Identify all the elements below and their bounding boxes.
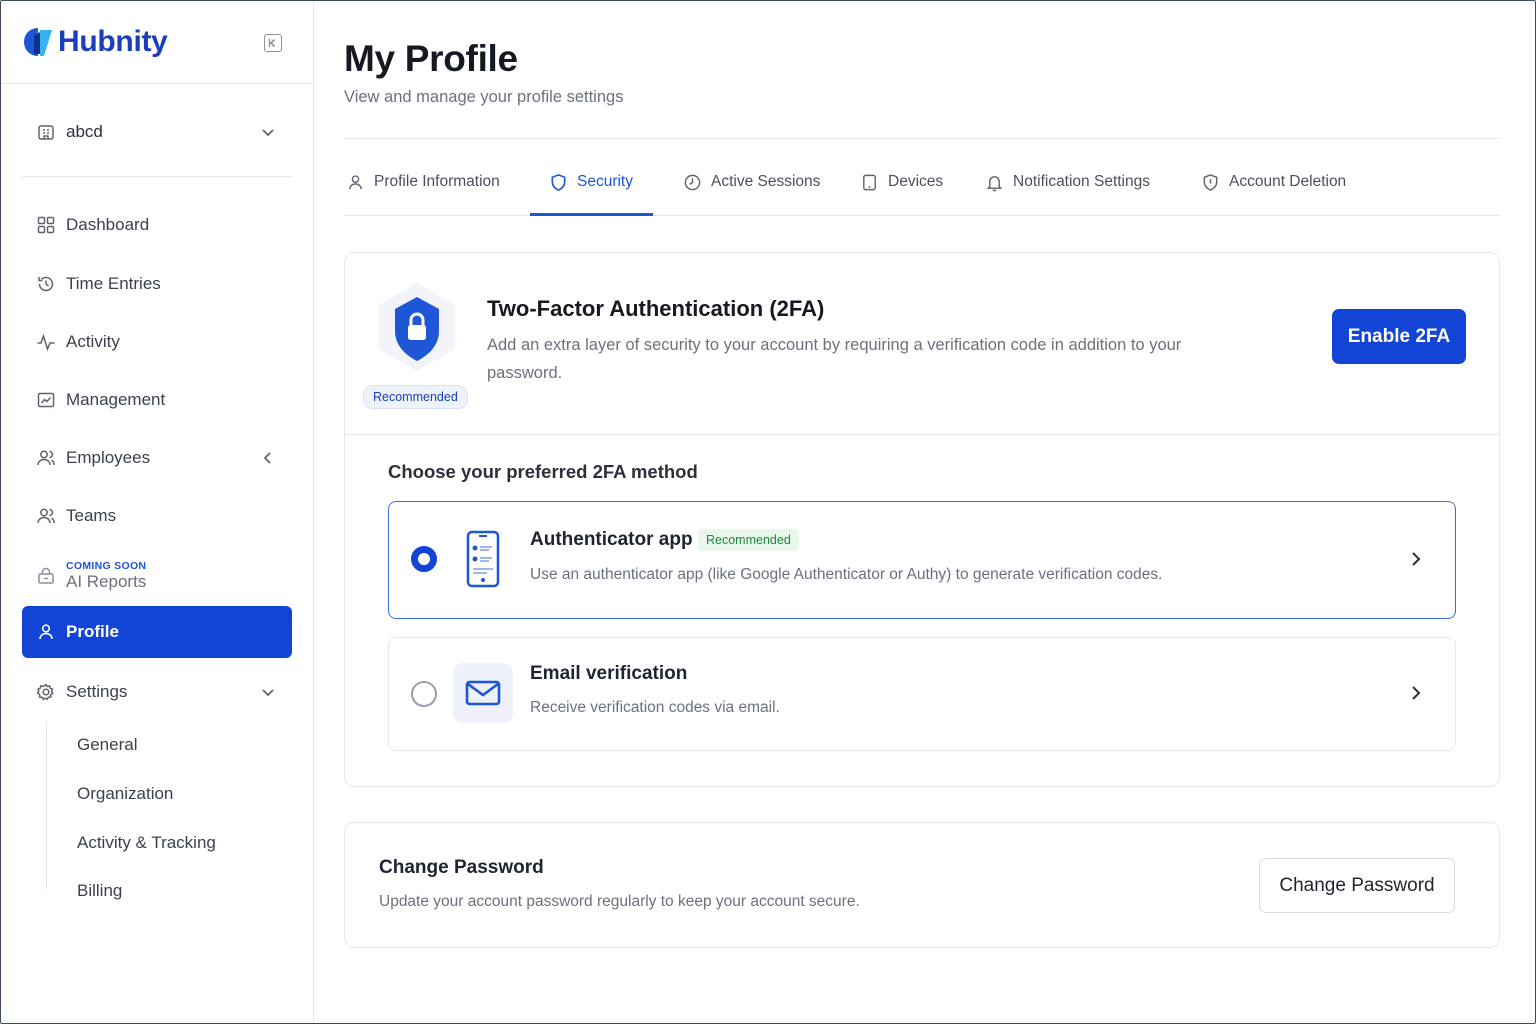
sidebar: Hubnity abcd Dashboard Time Entries Acti…: [0, 0, 314, 1024]
tab-profile-information[interactable]: Profile Information: [346, 148, 500, 216]
building-icon: [38, 125, 54, 140]
sidebar-item-profile[interactable]: Profile: [22, 606, 292, 658]
tab-notification-settings[interactable]: Notification Settings: [985, 148, 1150, 216]
two-factor-header: Recommended Two-Factor Authentication (2…: [345, 253, 1499, 435]
method-title: Email verification: [530, 663, 688, 684]
settings-subitem-organization[interactable]: Organization: [77, 784, 173, 804]
chevron-right-icon: [1412, 552, 1421, 566]
page-title: My Profile: [344, 38, 518, 79]
hubnity-logo-icon: [24, 27, 52, 56]
workspace-selector[interactable]: abcd: [22, 108, 292, 156]
users-icon: [36, 448, 56, 468]
sidebar-divider: [22, 176, 292, 177]
tab-active-sessions[interactable]: Active Sessions: [683, 148, 820, 216]
sidebar-item-label: Profile: [66, 622, 119, 641]
sidebar-item-label: Teams: [66, 506, 117, 525]
brand-header: Hubnity: [0, 0, 313, 84]
user-icon: [36, 622, 56, 642]
sidebar-item-label: Activity: [66, 332, 120, 351]
brand-name: Hubnity: [58, 24, 168, 58]
profile-tabs: Profile Information Security Active Sess…: [344, 148, 1500, 216]
two-factor-title: Two-Factor Authentication (2FA): [487, 296, 825, 321]
tab-devices[interactable]: Devices: [860, 148, 943, 216]
history-icon: [36, 274, 56, 294]
gear-icon: [36, 682, 56, 702]
team-icon: [36, 506, 56, 526]
tab-label: Security: [577, 173, 633, 190]
sidebar-item-employees[interactable]: Employees: [22, 432, 292, 484]
page-subtitle: View and manage your profile settings: [344, 88, 624, 106]
sidebar-item-label: Settings: [66, 682, 128, 701]
change-password-title: Change Password: [379, 857, 544, 878]
sidebar-item-activity[interactable]: Activity: [22, 316, 292, 368]
tab-account-deletion[interactable]: Account Deletion: [1201, 148, 1346, 216]
tab-security[interactable]: Security: [549, 148, 633, 216]
sidebar-item-label: Dashboard: [66, 215, 150, 234]
user-icon: [349, 174, 362, 189]
sidebar-item-dashboard[interactable]: Dashboard: [22, 199, 292, 251]
sidebar-item-management[interactable]: Management: [22, 374, 292, 426]
shield-lock-icon: [379, 283, 455, 371]
sidebar-item-label: AI Reports: [66, 572, 147, 592]
email-radio[interactable]: [411, 681, 437, 707]
two-factor-card: Recommended Two-Factor Authentication (2…: [344, 252, 1500, 787]
recommended-badge: Recommended: [698, 529, 799, 551]
authenticator-radio[interactable]: [411, 546, 437, 572]
settings-subitem-billing[interactable]: Billing: [77, 881, 122, 901]
mail-icon-tile: [453, 663, 513, 723]
workspace-name: abcd: [66, 122, 103, 141]
chevron-right-icon: [1412, 686, 1421, 700]
method-description: Receive verification codes via email.: [530, 699, 780, 716]
bell-icon: [986, 175, 1003, 191]
tab-label: Active Sessions: [711, 173, 821, 190]
method-authenticator-app[interactable]: Authenticator app Recommended Use an aut…: [388, 501, 1456, 619]
collapse-sidebar-icon[interactable]: [264, 34, 282, 52]
shield-alert-icon: [1203, 173, 1218, 191]
chevron-left-icon: [263, 452, 271, 464]
main-content: My Profile View and manage your profile …: [314, 0, 1536, 1024]
sidebar-item-label: Time Entries: [66, 274, 161, 293]
method-description: Use an authenticator app (like Google Au…: [530, 566, 1163, 583]
sidebar-item-label: Employees: [66, 448, 151, 467]
method-title: Authenticator app: [530, 529, 693, 550]
pulse-icon: [36, 332, 56, 352]
sidebar-item-time-entries[interactable]: Time Entries: [22, 258, 292, 310]
chevron-down-icon: [262, 689, 274, 697]
sidebar-item-settings[interactable]: Settings: [22, 666, 292, 718]
shield-icon: [551, 173, 566, 191]
smartphone-icon: [466, 530, 500, 588]
change-password-button[interactable]: Change Password: [1259, 858, 1455, 913]
tab-label: Profile Information: [374, 173, 500, 190]
chevron-down-icon: [262, 129, 274, 137]
header-divider: [344, 138, 1500, 139]
recommended-badge: Recommended: [363, 385, 468, 409]
sidebar-item-label: Management: [66, 390, 166, 409]
enable-2fa-button[interactable]: Enable 2FA: [1332, 309, 1466, 364]
settings-subitem-general[interactable]: General: [77, 735, 137, 755]
method-email-verification[interactable]: Email verification Receive verification …: [388, 637, 1456, 751]
choose-method-title: Choose your preferred 2FA method: [388, 461, 698, 482]
tablet-icon: [863, 174, 876, 190]
sidebar-item-teams[interactable]: Teams: [22, 490, 292, 542]
change-password-card: Change Password Update your account pass…: [344, 822, 1500, 948]
tab-label: Devices: [888, 173, 944, 190]
sidebar-item-ai-reports: COMING SOON AI Reports: [22, 550, 292, 602]
two-factor-description: Add an extra layer of security to your a…: [487, 336, 1182, 382]
lock-box-icon: [36, 566, 56, 586]
grid-icon: [36, 215, 56, 235]
chart-folder-icon: [36, 390, 56, 410]
change-password-description: Update your account password regularly t…: [379, 893, 860, 910]
mail-icon: [465, 680, 501, 706]
coming-soon-badge: COMING SOON: [66, 560, 147, 573]
settings-subnav-line: [46, 722, 47, 890]
tab-label: Notification Settings: [1013, 173, 1150, 190]
clock-icon: [684, 174, 701, 190]
tab-label: Account Deletion: [1229, 173, 1347, 190]
active-tab-indicator: [530, 213, 653, 216]
settings-subitem-activity-tracking[interactable]: Activity & Tracking: [77, 833, 216, 853]
